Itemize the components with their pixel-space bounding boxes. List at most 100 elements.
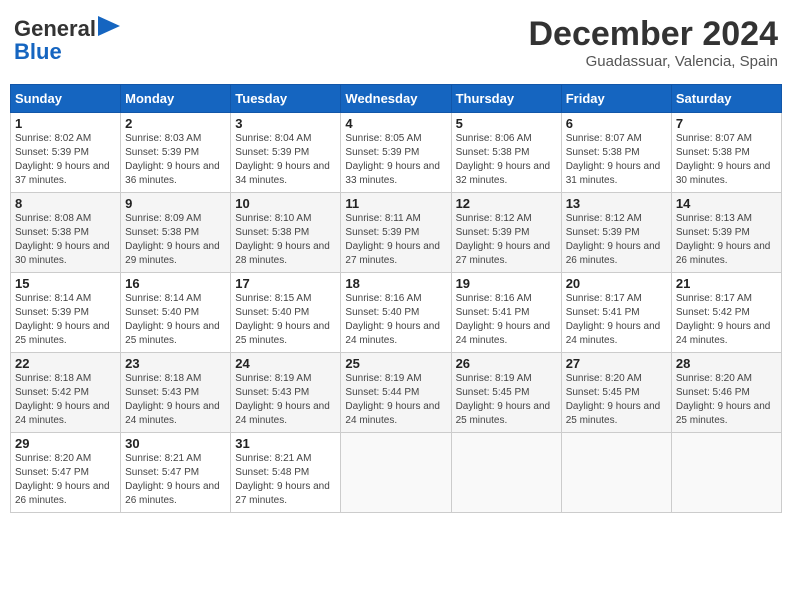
calendar-day-10: 10 Sunrise: 8:10 AMSunset: 5:38 PMDaylig…: [231, 193, 341, 273]
calendar-day-16: 16 Sunrise: 8:14 AMSunset: 5:40 PMDaylig…: [121, 273, 231, 353]
day-number: 1: [15, 116, 116, 131]
logo: General Blue: [14, 16, 120, 64]
calendar-day-19: 19 Sunrise: 8:16 AMSunset: 5:41 PMDaylig…: [451, 273, 561, 353]
day-info: Sunrise: 8:20 AMSunset: 5:47 PMDaylight:…: [15, 452, 116, 508]
day-info: Sunrise: 8:08 AMSunset: 5:38 PMDaylight:…: [15, 212, 116, 268]
day-number: 4: [345, 116, 446, 131]
calendar-day-2: 2 Sunrise: 8:03 AMSunset: 5:39 PMDayligh…: [121, 113, 231, 193]
calendar-day-26: 26 Sunrise: 8:19 AMSunset: 5:45 PMDaylig…: [451, 353, 561, 433]
day-info: Sunrise: 8:21 AMSunset: 5:48 PMDaylight:…: [235, 452, 336, 508]
calendar-day-14: 14 Sunrise: 8:13 AMSunset: 5:39 PMDaylig…: [671, 193, 781, 273]
day-number: 24: [235, 356, 336, 371]
calendar-table: SundayMondayTuesdayWednesdayThursdayFrid…: [10, 84, 782, 513]
calendar-day-4: 4 Sunrise: 8:05 AMSunset: 5:39 PMDayligh…: [341, 113, 451, 193]
day-number: 20: [566, 276, 667, 291]
calendar-day-7: 7 Sunrise: 8:07 AMSunset: 5:38 PMDayligh…: [671, 113, 781, 193]
day-number: 29: [15, 436, 116, 451]
calendar-day-1: 1 Sunrise: 8:02 AMSunset: 5:39 PMDayligh…: [11, 113, 121, 193]
day-info: Sunrise: 8:06 AMSunset: 5:38 PMDaylight:…: [456, 132, 557, 188]
calendar-day-12: 12 Sunrise: 8:12 AMSunset: 5:39 PMDaylig…: [451, 193, 561, 273]
calendar-day-30: 30 Sunrise: 8:21 AMSunset: 5:47 PMDaylig…: [121, 433, 231, 513]
day-info: Sunrise: 8:18 AMSunset: 5:43 PMDaylight:…: [125, 372, 226, 428]
day-number: 2: [125, 116, 226, 131]
calendar-week-1: 1 Sunrise: 8:02 AMSunset: 5:39 PMDayligh…: [11, 113, 782, 193]
day-number: 26: [456, 356, 557, 371]
calendar-day-27: 27 Sunrise: 8:20 AMSunset: 5:45 PMDaylig…: [561, 353, 671, 433]
logo-arrow-icon: [98, 16, 120, 41]
calendar-day-13: 13 Sunrise: 8:12 AMSunset: 5:39 PMDaylig…: [561, 193, 671, 273]
day-info: Sunrise: 8:19 AMSunset: 5:44 PMDaylight:…: [345, 372, 446, 428]
page-header: General Blue December 2024 Guadassuar, V…: [10, 10, 782, 76]
day-number: 27: [566, 356, 667, 371]
day-number: 15: [15, 276, 116, 291]
logo-blue-text: Blue: [14, 39, 62, 64]
calendar-day-3: 3 Sunrise: 8:04 AMSunset: 5:39 PMDayligh…: [231, 113, 341, 193]
calendar-week-4: 22 Sunrise: 8:18 AMSunset: 5:42 PMDaylig…: [11, 353, 782, 433]
day-info: Sunrise: 8:12 AMSunset: 5:39 PMDaylight:…: [566, 212, 667, 268]
day-number: 13: [566, 196, 667, 211]
empty-cell: [341, 433, 451, 513]
day-number: 8: [15, 196, 116, 211]
day-info: Sunrise: 8:10 AMSunset: 5:38 PMDaylight:…: [235, 212, 336, 268]
day-info: Sunrise: 8:17 AMSunset: 5:42 PMDaylight:…: [676, 292, 777, 348]
day-info: Sunrise: 8:05 AMSunset: 5:39 PMDaylight:…: [345, 132, 446, 188]
day-info: Sunrise: 8:17 AMSunset: 5:41 PMDaylight:…: [566, 292, 667, 348]
day-number: 21: [676, 276, 777, 291]
day-info: Sunrise: 8:12 AMSunset: 5:39 PMDaylight:…: [456, 212, 557, 268]
weekday-header-tuesday: Tuesday: [231, 85, 341, 113]
day-number: 23: [125, 356, 226, 371]
calendar-day-5: 5 Sunrise: 8:06 AMSunset: 5:38 PMDayligh…: [451, 113, 561, 193]
day-number: 10: [235, 196, 336, 211]
calendar-day-8: 8 Sunrise: 8:08 AMSunset: 5:38 PMDayligh…: [11, 193, 121, 273]
calendar-day-18: 18 Sunrise: 8:16 AMSunset: 5:40 PMDaylig…: [341, 273, 451, 353]
day-number: 12: [456, 196, 557, 211]
day-info: Sunrise: 8:16 AMSunset: 5:41 PMDaylight:…: [456, 292, 557, 348]
weekday-header-wednesday: Wednesday: [341, 85, 451, 113]
weekday-header-row: SundayMondayTuesdayWednesdayThursdayFrid…: [11, 85, 782, 113]
month-title: December 2024: [528, 16, 778, 53]
calendar-day-17: 17 Sunrise: 8:15 AMSunset: 5:40 PMDaylig…: [231, 273, 341, 353]
day-number: 11: [345, 196, 446, 211]
day-info: Sunrise: 8:15 AMSunset: 5:40 PMDaylight:…: [235, 292, 336, 348]
day-info: Sunrise: 8:20 AMSunset: 5:45 PMDaylight:…: [566, 372, 667, 428]
empty-cell: [451, 433, 561, 513]
calendar-week-5: 29 Sunrise: 8:20 AMSunset: 5:47 PMDaylig…: [11, 433, 782, 513]
day-info: Sunrise: 8:14 AMSunset: 5:39 PMDaylight:…: [15, 292, 116, 348]
calendar-day-15: 15 Sunrise: 8:14 AMSunset: 5:39 PMDaylig…: [11, 273, 121, 353]
calendar-day-28: 28 Sunrise: 8:20 AMSunset: 5:46 PMDaylig…: [671, 353, 781, 433]
day-number: 5: [456, 116, 557, 131]
day-number: 6: [566, 116, 667, 131]
day-number: 31: [235, 436, 336, 451]
calendar-week-2: 8 Sunrise: 8:08 AMSunset: 5:38 PMDayligh…: [11, 193, 782, 273]
calendar-week-3: 15 Sunrise: 8:14 AMSunset: 5:39 PMDaylig…: [11, 273, 782, 353]
day-number: 9: [125, 196, 226, 211]
day-info: Sunrise: 8:02 AMSunset: 5:39 PMDaylight:…: [15, 132, 116, 188]
day-info: Sunrise: 8:14 AMSunset: 5:40 PMDaylight:…: [125, 292, 226, 348]
day-number: 17: [235, 276, 336, 291]
day-info: Sunrise: 8:18 AMSunset: 5:42 PMDaylight:…: [15, 372, 116, 428]
logo-general-text: General: [14, 18, 96, 40]
day-info: Sunrise: 8:07 AMSunset: 5:38 PMDaylight:…: [566, 132, 667, 188]
day-number: 18: [345, 276, 446, 291]
empty-cell: [561, 433, 671, 513]
day-number: 22: [15, 356, 116, 371]
calendar-day-11: 11 Sunrise: 8:11 AMSunset: 5:39 PMDaylig…: [341, 193, 451, 273]
weekday-header-thursday: Thursday: [451, 85, 561, 113]
calendar-day-21: 21 Sunrise: 8:17 AMSunset: 5:42 PMDaylig…: [671, 273, 781, 353]
day-info: Sunrise: 8:04 AMSunset: 5:39 PMDaylight:…: [235, 132, 336, 188]
day-number: 16: [125, 276, 226, 291]
day-number: 3: [235, 116, 336, 131]
day-info: Sunrise: 8:13 AMSunset: 5:39 PMDaylight:…: [676, 212, 777, 268]
day-number: 14: [676, 196, 777, 211]
day-number: 7: [676, 116, 777, 131]
day-info: Sunrise: 8:16 AMSunset: 5:40 PMDaylight:…: [345, 292, 446, 348]
calendar-day-9: 9 Sunrise: 8:09 AMSunset: 5:38 PMDayligh…: [121, 193, 231, 273]
weekday-header-sunday: Sunday: [11, 85, 121, 113]
day-info: Sunrise: 8:11 AMSunset: 5:39 PMDaylight:…: [345, 212, 446, 268]
calendar-day-6: 6 Sunrise: 8:07 AMSunset: 5:38 PMDayligh…: [561, 113, 671, 193]
day-info: Sunrise: 8:19 AMSunset: 5:45 PMDaylight:…: [456, 372, 557, 428]
weekday-header-saturday: Saturday: [671, 85, 781, 113]
day-info: Sunrise: 8:09 AMSunset: 5:38 PMDaylight:…: [125, 212, 226, 268]
calendar-day-29: 29 Sunrise: 8:20 AMSunset: 5:47 PMDaylig…: [11, 433, 121, 513]
calendar-day-22: 22 Sunrise: 8:18 AMSunset: 5:42 PMDaylig…: [11, 353, 121, 433]
